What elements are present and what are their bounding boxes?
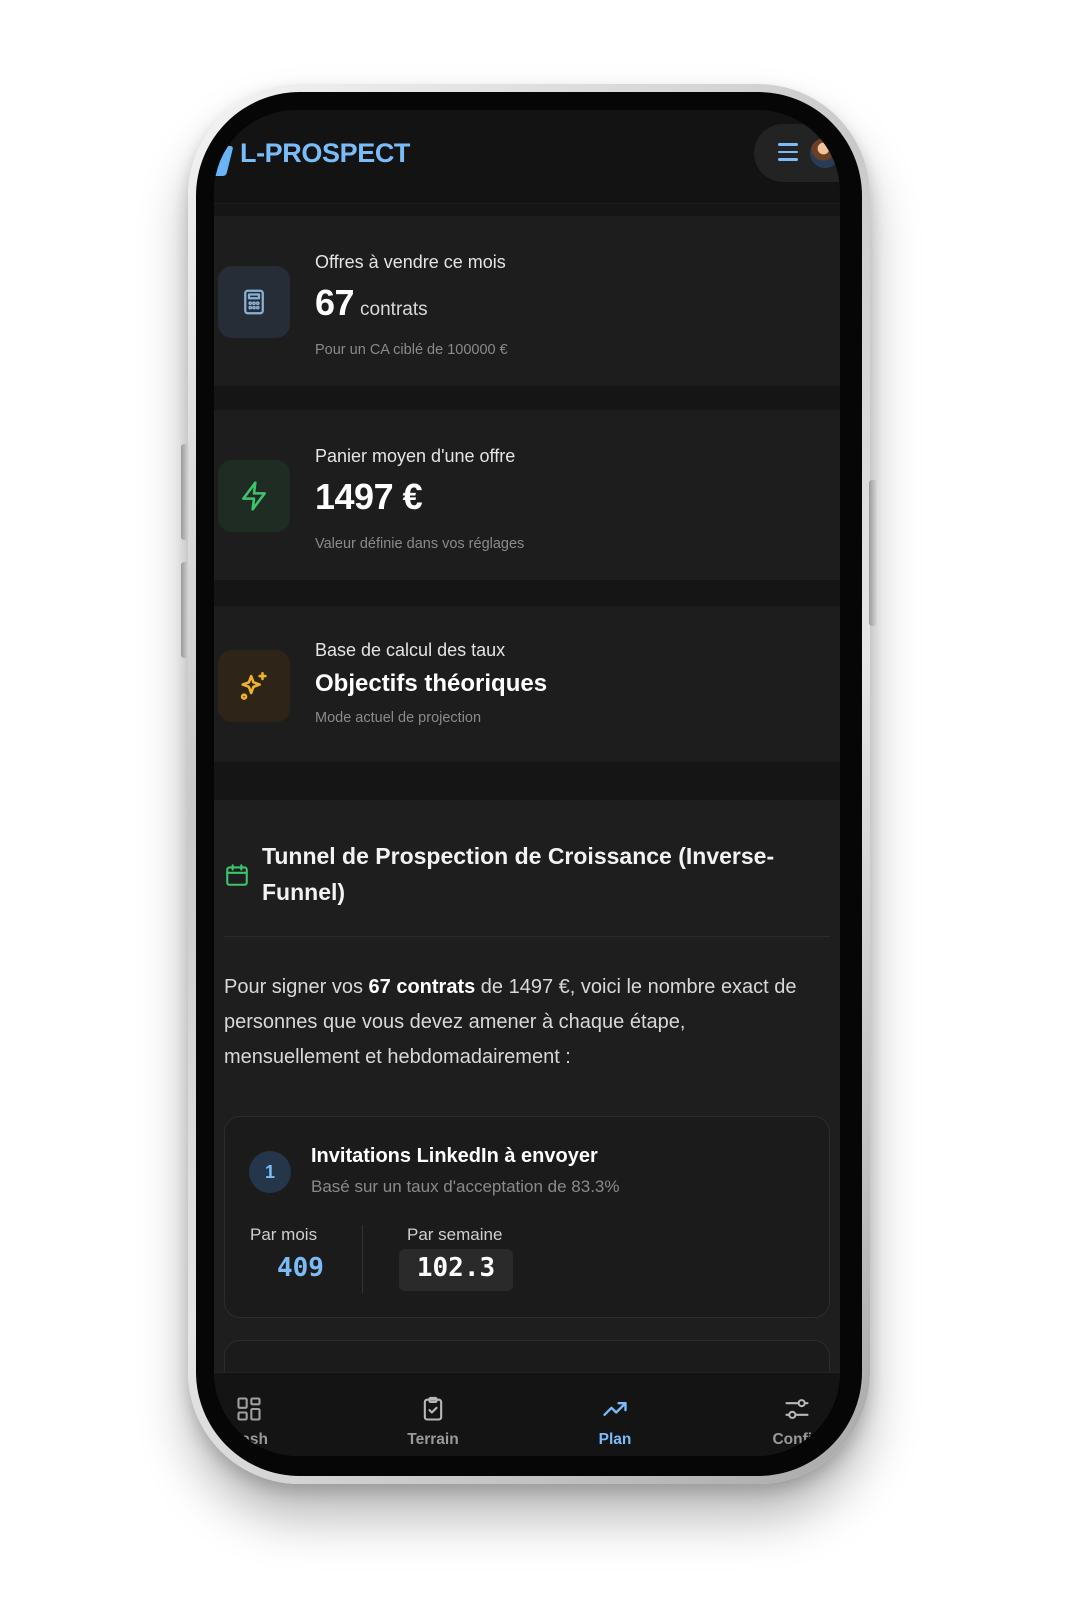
step-subtitle: Basé sur un taux d'acceptation de 83.3%: [311, 1177, 620, 1196]
nav-item-dash[interactable]: Dash: [214, 1373, 304, 1456]
weekly-value: 102.3: [416, 1253, 496, 1283]
app-screen: L-PROSPECT Offres à vendre ce mois 67 con…: [214, 110, 840, 1456]
stat-card-offers: Offres à vendre ce mois 67 contrats Pour …: [214, 216, 840, 386]
calendar-icon: [224, 862, 250, 893]
sparkles-icon: [218, 650, 290, 722]
nav-item-config[interactable]: Config: [742, 1373, 840, 1456]
divider: [224, 936, 830, 937]
funnel-intro: Pour signer vos 67 contrats de 1497 €, v…: [224, 970, 824, 1075]
user-avatar[interactable]: [810, 138, 840, 168]
funnel-title: Tunnel de Prospection de Croissance (Inv…: [262, 843, 775, 905]
stat-note: Valeur définie dans vos réglages: [315, 536, 525, 552]
stat-card-calculation-basis: Base de calcul des taux Objectifs théori…: [214, 606, 840, 762]
logo-mark: [214, 146, 234, 176]
sliders-icon: [785, 1399, 809, 1419]
stat-card-average-basket: Panier moyen d'une offre 1497 € Valeur d…: [214, 410, 840, 580]
app-header: L-PROSPECT: [214, 110, 840, 204]
stat-note: Pour un CA ciblé de 100000 €: [315, 342, 508, 358]
trending-up-icon: [603, 1402, 627, 1416]
stat-unit: contrats: [360, 299, 428, 320]
bottom-navigation: Dash Terrain Plan Config: [214, 1372, 840, 1456]
weekly-label: Par semaine: [407, 1225, 503, 1244]
step-number-badge: 1: [249, 1151, 291, 1193]
nav-label: Plan: [598, 1431, 632, 1448]
stat-value: 1497 €: [315, 476, 423, 517]
lightning-icon: [218, 460, 290, 532]
monthly-label: Par mois: [250, 1225, 318, 1244]
stat-label: Offres à vendre ce mois: [315, 252, 506, 272]
stat-value: Objectifs théoriques: [315, 670, 548, 697]
phone-volume-up-button: [181, 444, 189, 540]
stat-value: 67 contrats: [315, 282, 428, 324]
stat-number: 67: [315, 282, 355, 323]
weekly-value-box: 102.3: [399, 1249, 513, 1291]
funnel-section: Tunnel de Prospection de Croissance (Inv…: [214, 800, 840, 1456]
intro-prefix: Pour signer vos: [224, 976, 369, 998]
header-actions: [754, 124, 840, 182]
monthly-value: 409: [277, 1253, 324, 1283]
phone-power-button: [869, 480, 877, 626]
metric-divider: [362, 1225, 363, 1293]
clipboard-check-icon: [423, 1396, 443, 1421]
stat-label: Panier moyen d'une offre: [315, 446, 516, 466]
nav-label: Config: [772, 1431, 822, 1448]
nav-item-plan[interactable]: Plan: [560, 1373, 670, 1456]
nav-label: Dash: [230, 1431, 268, 1448]
nav-label: Terrain: [407, 1431, 459, 1448]
nav-item-terrain[interactable]: Terrain: [378, 1373, 488, 1456]
stat-note: Mode actuel de projection: [315, 710, 482, 726]
hamburger-menu-icon[interactable]: [778, 143, 798, 163]
step-title: Invitations LinkedIn à envoyer: [311, 1145, 598, 1167]
phone-volume-down-button: [181, 562, 189, 658]
stat-label: Base de calcul des taux: [315, 640, 506, 660]
calculator-icon: [218, 266, 290, 338]
intro-contracts: 67 contrats: [368, 976, 476, 998]
funnel-step-card: 1 Invitations LinkedIn à envoyer Basé su…: [224, 1116, 830, 1318]
dashboard-icon: [237, 1397, 261, 1421]
app-logo[interactable]: L-PROSPECT: [240, 138, 410, 169]
